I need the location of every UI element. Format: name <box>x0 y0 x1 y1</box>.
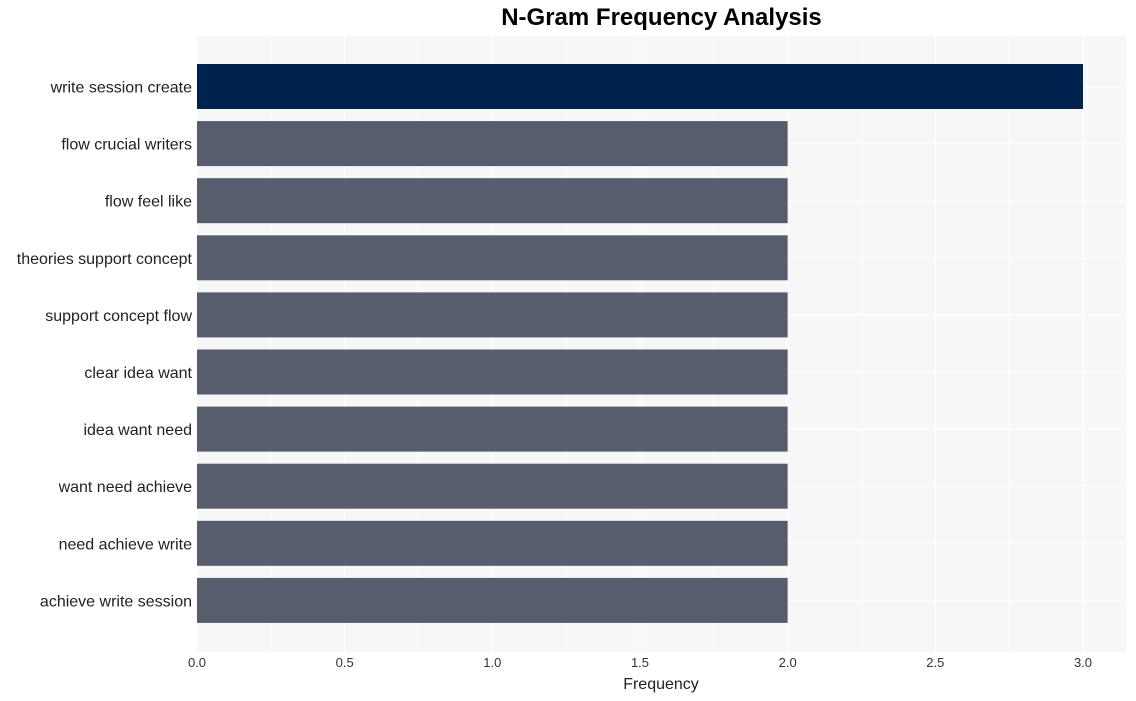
y-tick-label: achieve write session <box>40 593 192 610</box>
y-tick-label: want need achieve <box>58 479 193 496</box>
bar-chart: write session create flow crucial writers… <box>17 36 1126 693</box>
bar <box>197 406 788 452</box>
y-tick-label: flow crucial writers <box>61 137 192 154</box>
x-tick-label: 3.0 <box>1074 655 1092 670</box>
bar <box>197 235 788 281</box>
y-tick-label: flow feel like <box>105 194 192 211</box>
x-tick-label: 1.0 <box>483 655 501 670</box>
y-tick-label: idea want need <box>83 422 192 439</box>
bar <box>197 178 788 224</box>
x-tick-label: 0.5 <box>336 655 354 670</box>
bar <box>197 121 788 167</box>
x-axis-label: Frequency <box>623 676 699 693</box>
y-tick-label: write session create <box>50 80 192 97</box>
bar <box>197 577 788 623</box>
x-tick-label: 2.0 <box>779 655 797 670</box>
bar <box>197 292 788 338</box>
y-tick-label: theories support concept <box>17 251 193 268</box>
x-tick-label: 0.0 <box>188 655 206 670</box>
y-tick-label: clear idea want <box>84 365 192 382</box>
y-axis-labels: write session create flow crucial writers… <box>17 80 193 611</box>
bar <box>197 520 788 566</box>
y-tick-label: support concept flow <box>45 308 192 325</box>
x-tick-label: 1.5 <box>631 655 649 670</box>
y-tick-label: need achieve write <box>59 536 193 553</box>
x-tick-label: 2.5 <box>926 655 944 670</box>
bar <box>197 64 1083 109</box>
bar <box>197 463 788 509</box>
bar <box>197 349 788 395</box>
x-axis-ticks: 0.0 0.5 1.0 1.5 2.0 2.5 3.0 <box>188 655 1092 670</box>
